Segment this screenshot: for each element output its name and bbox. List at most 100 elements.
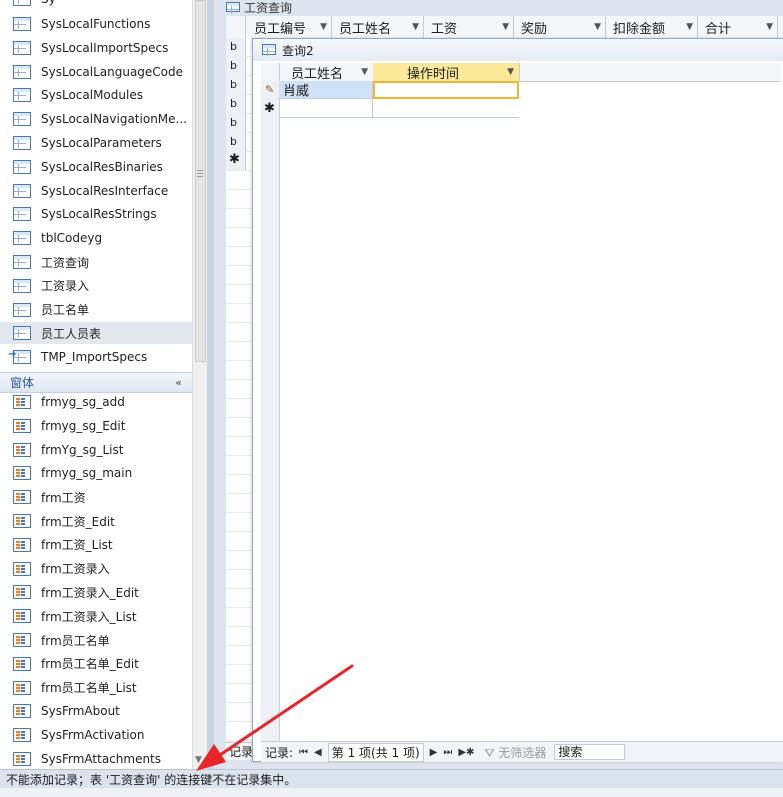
nav-item-form[interactable]: frmyg_sg_Edit <box>0 415 192 437</box>
nav-item-table[interactable]: SysLocalResStrings <box>0 203 192 225</box>
nav-item-table[interactable]: 工资查询 <box>0 251 192 273</box>
scroll-grip-icon <box>197 170 203 177</box>
first-record-icon[interactable]: ⏮ <box>299 747 308 758</box>
nav-item-table[interactable]: tblCodeyg <box>0 227 192 249</box>
form-icon <box>13 514 31 528</box>
table-icon <box>13 136 31 150</box>
form-icon <box>13 656 31 671</box>
nav-item-form[interactable]: SysFrmAbout <box>0 700 192 722</box>
dropdown-arrow-icon[interactable]: ▼ <box>412 22 419 32</box>
new-record-icon[interactable]: ▶✱ <box>458 747 474 758</box>
forms-group-header[interactable]: 窗体 « <box>0 372 192 393</box>
query2-title-bar[interactable]: 查询2 <box>253 39 783 61</box>
form-icon <box>13 680 31 695</box>
nav-item-form[interactable]: frm员工名单_Edit <box>0 653 192 675</box>
nav-scrollbar[interactable]: ▼ <box>192 0 207 769</box>
dropdown-arrow-icon[interactable]: ▼ <box>766 22 773 32</box>
column-header-employee-name[interactable]: 员工姓名 ▼ <box>279 63 374 82</box>
form-icon <box>13 704 31 719</box>
query2-window: 查询2 员工姓名 ▼ 操作时间 ▼ ✎ ✱ 肖威 记录: ⏮ ◀ 第 1 项(共… <box>252 38 783 762</box>
nav-item-table[interactable]: 员工人员表 <box>0 322 192 345</box>
pane-splitter[interactable] <box>207 0 214 769</box>
nav-item-form[interactable]: frm工资录入_List <box>0 605 192 627</box>
search-input[interactable]: 搜索 <box>554 744 626 760</box>
nav-item-form[interactable]: frmYg_sg_List <box>0 439 192 461</box>
dropdown-arrow-icon[interactable]: ▼ <box>320 22 327 32</box>
prev-record-icon[interactable]: ◀ <box>314 747 322 758</box>
record-position-field[interactable]: 第 1 项(共 1 项) <box>327 742 424 762</box>
nav-item-table[interactable]: SysLocalNavigationMe... <box>0 108 192 130</box>
select-all-corner[interactable] <box>226 16 246 38</box>
background-column-header[interactable]: 员工姓名 ▼ <box>331 16 424 38</box>
dropdown-arrow-icon[interactable]: ▼ <box>594 22 601 32</box>
table-icon <box>13 88 31 103</box>
row-fragment: b <box>230 78 237 91</box>
nav-item-table[interactable]: SysLocalResInterface <box>0 180 192 202</box>
row-fragment: b <box>230 97 237 110</box>
query2-title: 查询2 <box>282 43 314 58</box>
query2-row-selectors[interactable]: ✎ ✱ <box>261 81 280 741</box>
nav-item-table[interactable]: SysLocalResBinaries <box>0 156 192 178</box>
nav-item-table[interactable]: 工资录入 <box>0 275 192 297</box>
background-column-header[interactable]: 扣除金额 ▼ <box>605 16 698 38</box>
last-record-icon[interactable]: ⏭ <box>443 747 452 758</box>
cell-operation-time[interactable] <box>373 81 519 99</box>
nav-item-table[interactable]: ➜ TMP_ImportSpecs <box>0 346 192 368</box>
nav-item-form[interactable]: frm工资录入_Edit <box>0 581 192 603</box>
nav-item-form[interactable]: SysFrmActivation <box>0 724 192 746</box>
nav-item-table[interactable]: SysLocalParameters <box>0 132 192 154</box>
row-fragment: b <box>230 59 237 72</box>
status-message: 不能添加记录；表 '工资查询' 的连接键不在记录集中。 <box>6 773 297 787</box>
row-fragment: b <box>230 116 237 129</box>
form-icon <box>13 466 31 481</box>
form-icon <box>13 728 31 743</box>
nav-item-form[interactable]: SysFrmAttachments <box>0 748 192 769</box>
background-column-header[interactable]: 员工编号 ▼ <box>246 16 332 38</box>
nav-item-table[interactable]: SysLocalImportSpecs <box>0 37 192 59</box>
table-icon <box>226 2 240 14</box>
new-record-marker: ✱ <box>264 101 275 116</box>
nav-item-form[interactable]: frm员工名单_List <box>0 677 192 699</box>
nav-item-form[interactable]: frm工资_Edit <box>0 510 192 532</box>
row-fragment: b <box>230 40 237 53</box>
background-column-header[interactable]: 奖励 ▼ <box>513 16 606 38</box>
dropdown-arrow-icon[interactable]: ▼ <box>507 67 514 77</box>
table-icon <box>13 183 31 198</box>
form-icon <box>13 609 31 624</box>
collapse-chevron-icon[interactable]: « <box>175 376 182 389</box>
no-filter-button[interactable]: ⛛ 无筛选器 <box>484 744 546 761</box>
nav-item-table[interactable]: SysLocalModules <box>0 84 192 106</box>
pencil-edit-icon: ✎ <box>265 83 275 96</box>
column-header-operation-time[interactable]: 操作时间 ▼ <box>373 63 520 82</box>
nav-item-form[interactable]: frm员工名单 <box>0 629 192 651</box>
form-icon <box>13 442 31 457</box>
nav-scrollbar-thumb[interactable] <box>195 0 206 362</box>
dropdown-arrow-icon[interactable]: ▼ <box>502 22 509 32</box>
form-icon <box>13 418 31 433</box>
table-icon <box>13 231 31 246</box>
nav-item-form[interactable]: frm工资_List <box>0 534 192 556</box>
nav-item-cut[interactable]: Sy <box>0 0 192 10</box>
next-record-icon[interactable]: ▶ <box>430 747 438 758</box>
form-icon <box>13 395 31 409</box>
nav-item-form[interactable]: frmyg_sg_add <box>0 391 192 413</box>
nav-item-table[interactable]: SysLocalLanguageCode <box>0 61 192 83</box>
scroll-down-arrow-icon[interactable]: ▼ <box>195 755 202 765</box>
select-all-corner[interactable] <box>261 63 280 81</box>
dropdown-arrow-icon[interactable]: ▼ <box>361 67 368 77</box>
new-record-marker: ✱ <box>229 152 240 167</box>
nav-item-form[interactable]: frmyg_sg_main <box>0 462 192 484</box>
background-column-header[interactable]: 工资 ▼ <box>423 16 514 38</box>
nav-item-table[interactable]: 员工名单 <box>0 299 192 321</box>
linked-table-icon: ➜ <box>8 349 31 365</box>
cell-employee-name[interactable]: 肖威 <box>279 81 373 99</box>
nav-item-table[interactable]: SysLocalFunctions <box>0 13 192 35</box>
dropdown-arrow-icon[interactable]: ▼ <box>686 22 693 32</box>
nav-item-form[interactable]: frm工资 <box>0 486 192 508</box>
background-header-row: 员工编号 ▼ 员工姓名 ▼ 工资 ▼ 奖励 ▼ 扣除金额 ▼ 合计 ▼ <box>226 16 783 39</box>
nav-item-form[interactable]: frm工资录入 <box>0 558 192 580</box>
form-icon <box>13 633 31 647</box>
background-row-selectors[interactable]: bbbbbb <box>226 38 246 170</box>
background-column-header[interactable]: 合计 ▼ <box>697 16 778 38</box>
new-record-row[interactable] <box>279 99 519 118</box>
